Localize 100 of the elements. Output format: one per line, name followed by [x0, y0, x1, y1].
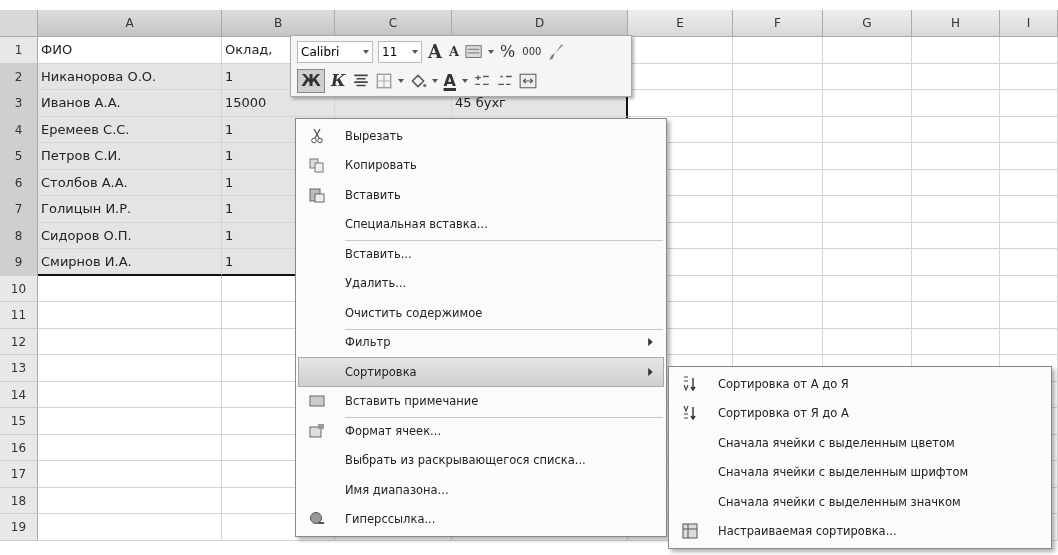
table-cell[interactable]: Голицын И.Р.: [38, 196, 222, 223]
row-header[interactable]: 15: [0, 408, 38, 435]
table-cell[interactable]: [1000, 328, 1058, 355]
menu-item[interactable]: Сортировка от А до Я: [671, 369, 1049, 399]
table-cell[interactable]: [38, 461, 222, 488]
menu-item[interactable]: Сначала ячейки с выделенным цветом: [671, 428, 1049, 458]
table-cell[interactable]: [38, 302, 222, 329]
table-cell[interactable]: [912, 63, 1000, 90]
table-cell[interactable]: [38, 514, 222, 541]
table-cell[interactable]: [38, 328, 222, 355]
cell-style-icon[interactable]: [465, 42, 484, 61]
table-cell[interactable]: Столбов А.А.: [38, 169, 222, 196]
table-cell[interactable]: [912, 249, 1000, 276]
table-cell[interactable]: [1000, 249, 1058, 276]
row-header[interactable]: 9: [0, 249, 38, 276]
table-cell[interactable]: [38, 355, 222, 382]
table-cell[interactable]: [733, 116, 823, 143]
column-header[interactable]: G: [823, 10, 912, 37]
menu-item[interactable]: Настраиваемая сортировка...: [671, 516, 1049, 546]
row-header[interactable]: 7: [0, 196, 38, 223]
table-cell[interactable]: Смирнов И.А.: [38, 249, 222, 276]
menu-item[interactable]: Сортировка: [298, 357, 664, 387]
menu-item[interactable]: Гиперссылка...: [298, 504, 664, 534]
row-header[interactable]: 2: [0, 63, 38, 90]
column-header[interactable]: B: [222, 10, 335, 37]
table-cell[interactable]: ФИО: [38, 37, 222, 64]
row-header[interactable]: 19: [0, 514, 38, 541]
row-header[interactable]: 11: [0, 302, 38, 329]
menu-item[interactable]: Выбрать из раскрывающегося списка...: [298, 445, 664, 475]
table-cell[interactable]: [823, 222, 912, 249]
row-header[interactable]: 17: [0, 461, 38, 488]
row-header[interactable]: 8: [0, 222, 38, 249]
table-cell[interactable]: [912, 196, 1000, 223]
table-cell[interactable]: [1000, 169, 1058, 196]
table-cell[interactable]: [912, 328, 1000, 355]
table-cell[interactable]: [823, 63, 912, 90]
table-cell[interactable]: [912, 302, 1000, 329]
row-header[interactable]: 16: [0, 434, 38, 461]
table-cell[interactable]: [823, 196, 912, 223]
dropdown-arrow-icon[interactable]: [363, 49, 369, 54]
brush-icon[interactable]: [547, 42, 566, 61]
table-cell[interactable]: [1000, 37, 1058, 64]
column-header[interactable]: A: [38, 10, 222, 37]
table-cell[interactable]: Сидоров О.П.: [38, 222, 222, 249]
table-cell[interactable]: [912, 222, 1000, 249]
table-cell[interactable]: [733, 249, 823, 276]
row-header[interactable]: 6: [0, 169, 38, 196]
row-header[interactable]: 5: [0, 143, 38, 170]
row-header[interactable]: 14: [0, 381, 38, 408]
table-cell[interactable]: [38, 434, 222, 461]
row-header[interactable]: 3: [0, 90, 38, 117]
table-cell[interactable]: [1000, 302, 1058, 329]
table-cell[interactable]: Никанорова О.О.: [38, 63, 222, 90]
table-cell[interactable]: [912, 90, 1000, 117]
menu-item[interactable]: Имя диапазона...: [298, 475, 664, 505]
column-header[interactable]: F: [733, 10, 823, 37]
table-cell[interactable]: [733, 302, 823, 329]
menu-item[interactable]: Сортировка от Я до А: [671, 398, 1049, 428]
table-cell[interactable]: [823, 143, 912, 170]
table-cell[interactable]: [912, 275, 1000, 302]
table-cell[interactable]: [38, 408, 222, 435]
table-cell[interactable]: [733, 196, 823, 223]
table-cell[interactable]: [733, 222, 823, 249]
font-name-dropdown[interactable]: Calibri: [297, 40, 373, 63]
table-cell[interactable]: [733, 63, 823, 90]
table-cell[interactable]: [912, 143, 1000, 170]
table-cell[interactable]: [733, 169, 823, 196]
table-cell[interactable]: [823, 90, 912, 117]
table-cell[interactable]: [823, 169, 912, 196]
column-header[interactable]: I: [1000, 10, 1058, 37]
table-cell[interactable]: [912, 37, 1000, 64]
table-cell[interactable]: Еремеев С.С.: [38, 116, 222, 143]
column-header[interactable]: C: [335, 10, 452, 37]
table-cell[interactable]: Иванов А.А.: [38, 90, 222, 117]
table-cell[interactable]: [1000, 116, 1058, 143]
font-color-button[interactable]: A: [442, 68, 457, 93]
grow-font-button[interactable]: A: [427, 39, 443, 64]
bold-button[interactable]: Ж: [297, 68, 325, 93]
table-cell[interactable]: [733, 90, 823, 117]
row-header[interactable]: 4: [0, 116, 38, 143]
table-cell[interactable]: [38, 381, 222, 408]
thousands-button[interactable]: 000: [521, 39, 543, 64]
table-cell[interactable]: Петров С.И.: [38, 143, 222, 170]
merge-cells-icon[interactable]: [518, 71, 537, 90]
table-cell[interactable]: [912, 169, 1000, 196]
table-cell[interactable]: [1000, 90, 1058, 117]
table-cell[interactable]: [1000, 275, 1058, 302]
table-cell[interactable]: [823, 275, 912, 302]
menu-item[interactable]: Сначала ячейки с выделенным значком: [671, 487, 1049, 517]
row-header[interactable]: 1: [0, 37, 38, 64]
dropdown-arrow-icon[interactable]: [431, 78, 438, 83]
table-cell[interactable]: [733, 143, 823, 170]
dropdown-arrow-icon[interactable]: [412, 49, 418, 54]
menu-item[interactable]: Сначала ячейки с выделенным шрифтом: [671, 457, 1049, 487]
table-cell[interactable]: [38, 275, 222, 302]
table-cell[interactable]: [823, 37, 912, 64]
percent-button[interactable]: %: [499, 39, 517, 64]
table-cell[interactable]: [733, 37, 823, 64]
row-header[interactable]: 13: [0, 355, 38, 382]
table-cell[interactable]: [912, 116, 1000, 143]
